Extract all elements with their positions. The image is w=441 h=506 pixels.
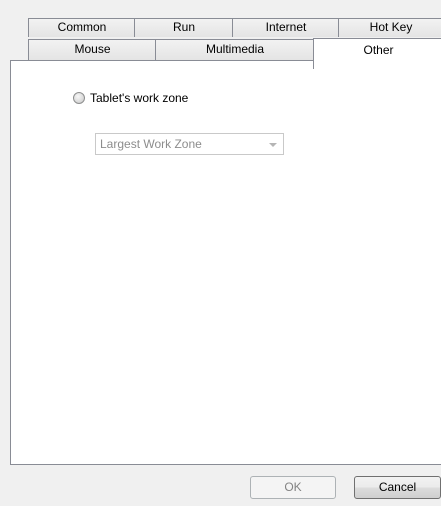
tab-hot-key-label: Hot Key bbox=[369, 20, 413, 34]
tab-mouse[interactable]: Mouse bbox=[28, 39, 157, 60]
tab-internet[interactable]: Internet bbox=[232, 18, 340, 37]
tab-run[interactable]: Run bbox=[134, 18, 234, 37]
tab-common-label: Common bbox=[57, 20, 107, 34]
tab-run-label: Run bbox=[172, 20, 195, 34]
cancel-button-label: Cancel bbox=[378, 480, 417, 494]
tab-hot-key[interactable]: Hot Key bbox=[338, 18, 441, 37]
tablet-work-zone-option[interactable]: Tablet's work zone bbox=[73, 91, 188, 105]
tab-mouse-label: Mouse bbox=[74, 42, 111, 56]
tablet-work-zone-radio[interactable] bbox=[73, 92, 85, 104]
tab-internet-label: Internet bbox=[265, 20, 307, 34]
work-zone-dropdown-value: Largest Work Zone bbox=[100, 137, 202, 151]
tab-common[interactable]: Common bbox=[28, 18, 136, 37]
work-zone-dropdown[interactable]: Largest Work Zone bbox=[95, 133, 284, 155]
ok-button[interactable]: OK bbox=[250, 476, 336, 499]
tab-other-label: Other bbox=[363, 43, 394, 57]
tab-multimedia-label: Multimedia bbox=[205, 42, 265, 56]
cancel-button[interactable]: Cancel bbox=[354, 476, 441, 499]
tab-multimedia[interactable]: Multimedia bbox=[155, 39, 315, 60]
tab-other[interactable]: Other bbox=[313, 38, 441, 69]
tablet-work-zone-label: Tablet's work zone bbox=[90, 91, 189, 105]
tab-panel-other: Tablet's work zone Largest Work Zone bbox=[10, 60, 441, 465]
chevron-down-icon bbox=[269, 143, 277, 147]
ok-button-label: OK bbox=[284, 480, 302, 494]
